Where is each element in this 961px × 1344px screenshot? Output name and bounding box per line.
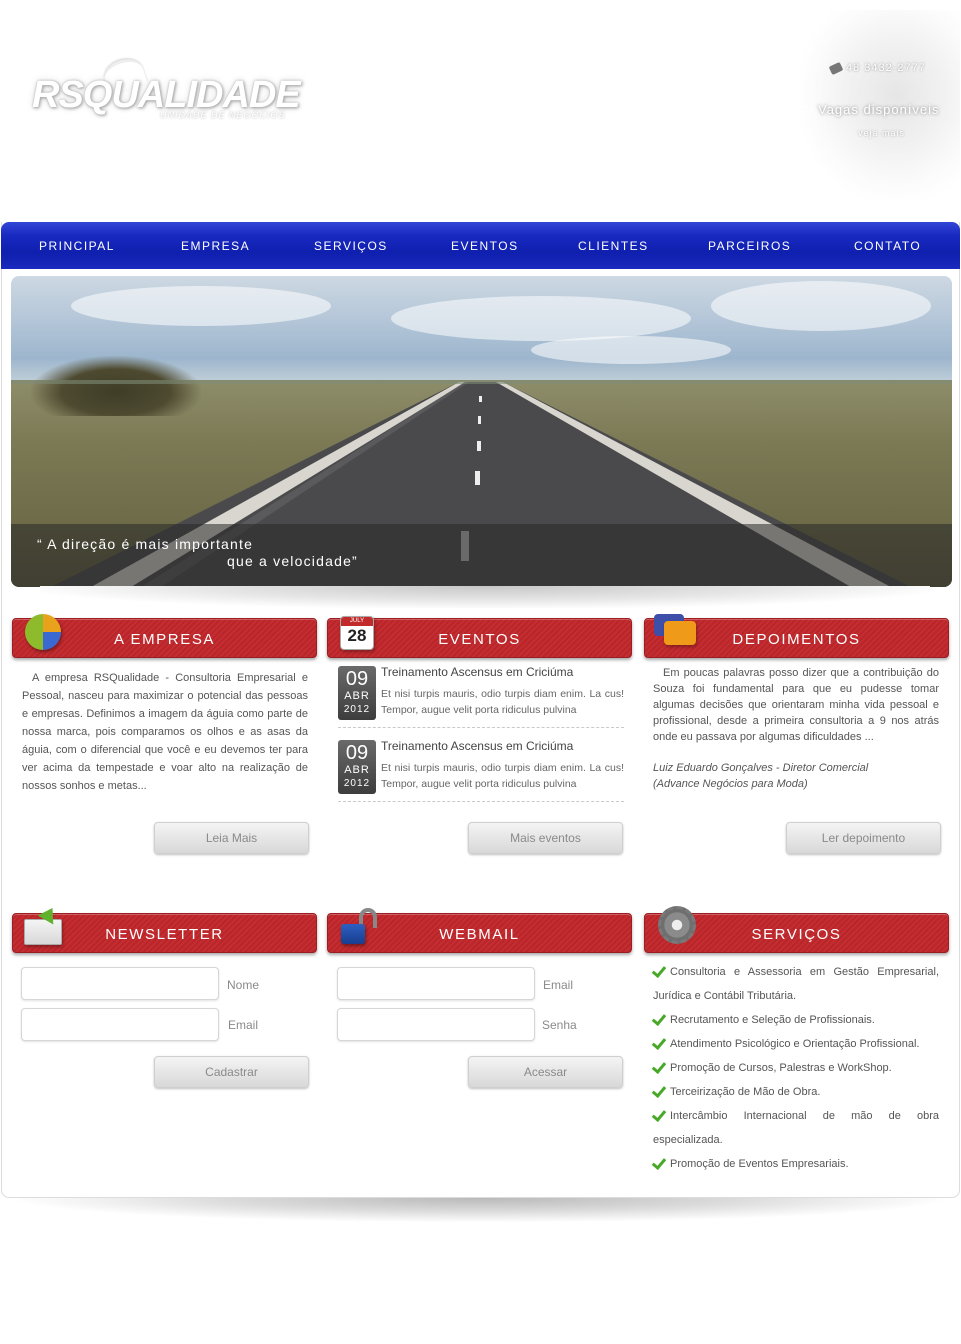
- check-icon: [653, 1158, 667, 1168]
- event-date-badge: 09 ABR 2012: [338, 740, 376, 794]
- check-icon: [653, 1038, 667, 1048]
- check-icon: [653, 1014, 667, 1024]
- calendar-day: 28: [347, 626, 367, 645]
- envelope-icon: [24, 919, 62, 945]
- event-text: Et nisi turpis mauris, odio turpis diam …: [381, 762, 624, 790]
- calendar-month: JULY: [341, 617, 373, 626]
- webmail-email-label: Email: [543, 978, 574, 992]
- event-title[interactable]: Treinamento Ascensus em Criciúma: [381, 665, 573, 679]
- nav-principal[interactable]: PRINCIPAL: [39, 239, 115, 253]
- page: RSQUALIDADE UNIDADE DE NEGÓCIOS 48 3432-…: [0, 0, 961, 1344]
- info-icon: [802, 105, 812, 116]
- servico-item: Terceirização de Mão de Obra.: [653, 1080, 939, 1104]
- newsletter-nome-input[interactable]: [21, 967, 219, 1000]
- nav-contato[interactable]: CONTATO: [854, 239, 921, 253]
- vagas-text: Vagas disponíveis: [818, 102, 940, 117]
- acessar-button[interactable]: Acessar: [468, 1056, 623, 1088]
- event-text: Et nisi turpis mauris, odio turpis diam …: [381, 688, 624, 716]
- servico-text: Recrutamento e Seleção de Profissionais.: [670, 1014, 875, 1026]
- nav-empresa[interactable]: EMPRESA: [181, 239, 250, 253]
- servico-text: Consultoria e Assessoria em Gestão Empre…: [653, 966, 939, 1002]
- contact-box: 48 3432-2777 Vagas disponíveis veja mais: [800, 10, 960, 200]
- empresa-text: A empresa RSQualidade - Consultoria Empr…: [22, 672, 308, 792]
- servico-text: Promoção de Eventos Empresariais.: [670, 1158, 849, 1170]
- servico-item: Promoção de Cursos, Palestras e WorkShop…: [653, 1056, 939, 1080]
- quote-line-1: “ A direção é mais importante: [37, 536, 254, 552]
- vagas-link[interactable]: Vagas disponíveis: [802, 102, 940, 117]
- event-title[interactable]: Treinamento Ascensus em Criciúma: [381, 739, 573, 753]
- event-item[interactable]: 09 ABR 2012 Treinamento Ascensus em Cric…: [338, 665, 624, 736]
- check-icon: [653, 1086, 667, 1096]
- leia-mais-button[interactable]: Leia Mais: [154, 822, 309, 854]
- hero-banner: “ A direção é mais importante que a velo…: [11, 276, 952, 587]
- webmail-title: WEBMAIL: [439, 926, 520, 943]
- servico-text: Atendimento Psicológico e Orientação Pro…: [670, 1038, 920, 1050]
- servico-text: Terceirização de Mão de Obra.: [670, 1086, 821, 1098]
- event-month: ABR: [344, 764, 370, 776]
- chat-bubble-icon: [664, 621, 696, 645]
- servico-item: Recrutamento e Seleção de Profissionais.: [653, 1008, 939, 1032]
- servico-item: Atendimento Psicológico e Orientação Pro…: [653, 1032, 939, 1056]
- gear-icon: [658, 906, 696, 944]
- event-year: 2012: [343, 704, 371, 715]
- event-day: 09: [345, 668, 369, 690]
- phone-text: 48 3432-2777: [846, 62, 926, 74]
- servico-item: Intercâmbio Internacional de mão de obra…: [653, 1104, 939, 1152]
- calendar-icon: JULY 28: [340, 616, 374, 650]
- event-day: 09: [345, 742, 369, 764]
- quote-line-2: que a velocidade”: [227, 553, 358, 569]
- check-icon: [653, 1110, 667, 1120]
- lock-icon: [341, 924, 365, 944]
- frame-shadow: [18, 1198, 943, 1222]
- nav-servicos[interactable]: SERVIÇOS: [314, 239, 388, 253]
- phone-icon: [828, 61, 844, 75]
- nav-eventos[interactable]: EVENTOS: [451, 239, 519, 253]
- nav-clientes[interactable]: CLIENTES: [578, 239, 649, 253]
- servico-text: Promoção de Cursos, Palestras e WorkShop…: [670, 1062, 892, 1074]
- event-divider: [338, 801, 624, 802]
- event-item[interactable]: 09 ABR 2012 Treinamento Ascensus em Cric…: [338, 739, 624, 810]
- nav-parceiros[interactable]: PARCEIROS: [708, 239, 791, 253]
- quote-overlay: [11, 524, 952, 587]
- event-year: 2012: [343, 778, 371, 789]
- servico-item: Consultoria e Assessoria em Gestão Empre…: [653, 960, 939, 1008]
- phone-number: 48 3432-2777: [828, 61, 926, 75]
- depoimento-author: Luiz Eduardo Gonçalves - Diretor Comerci…: [653, 762, 869, 774]
- webmail-senha-input[interactable]: [337, 1008, 535, 1041]
- ler-depoimento-button[interactable]: Ler depoimento: [786, 822, 941, 854]
- webmail-email-input[interactable]: [337, 967, 535, 1000]
- logo-subtitle: UNIDADE DE NEGÓCIOS: [160, 110, 286, 120]
- event-divider: [338, 727, 624, 728]
- newsletter-email-label: Email: [228, 1018, 259, 1032]
- newsletter-email-input[interactable]: [21, 1008, 219, 1041]
- check-icon: [653, 1062, 667, 1072]
- veja-mais-link[interactable]: veja mais: [858, 128, 905, 138]
- banner-shadow: [40, 586, 930, 608]
- main-nav: PRINCIPAL EMPRESA SERVIÇOS EVENTOS CLIEN…: [1, 222, 960, 269]
- pie-chart-icon: [25, 614, 61, 650]
- newsletter-nome-label: Nome: [227, 978, 260, 992]
- logo[interactable]: RSQUALIDADE UNIDADE DE NEGÓCIOS: [32, 54, 302, 140]
- mais-eventos-button[interactable]: Mais eventos: [468, 822, 623, 854]
- depoimento-text: Em poucas palavras posso dizer que a con…: [653, 667, 939, 743]
- servico-text: Intercâmbio Internacional de mão de obra…: [653, 1110, 939, 1146]
- check-icon: [653, 966, 667, 976]
- event-month: ABR: [344, 690, 370, 702]
- event-date-badge: 09 ABR 2012: [338, 666, 376, 720]
- depoimento-company: (Advance Negócios para Moda): [653, 778, 808, 790]
- cadastrar-button[interactable]: Cadastrar: [154, 1056, 309, 1088]
- webmail-senha-label: Senha: [542, 1018, 577, 1032]
- servico-item: Promoção de Eventos Empresariais.: [653, 1152, 939, 1176]
